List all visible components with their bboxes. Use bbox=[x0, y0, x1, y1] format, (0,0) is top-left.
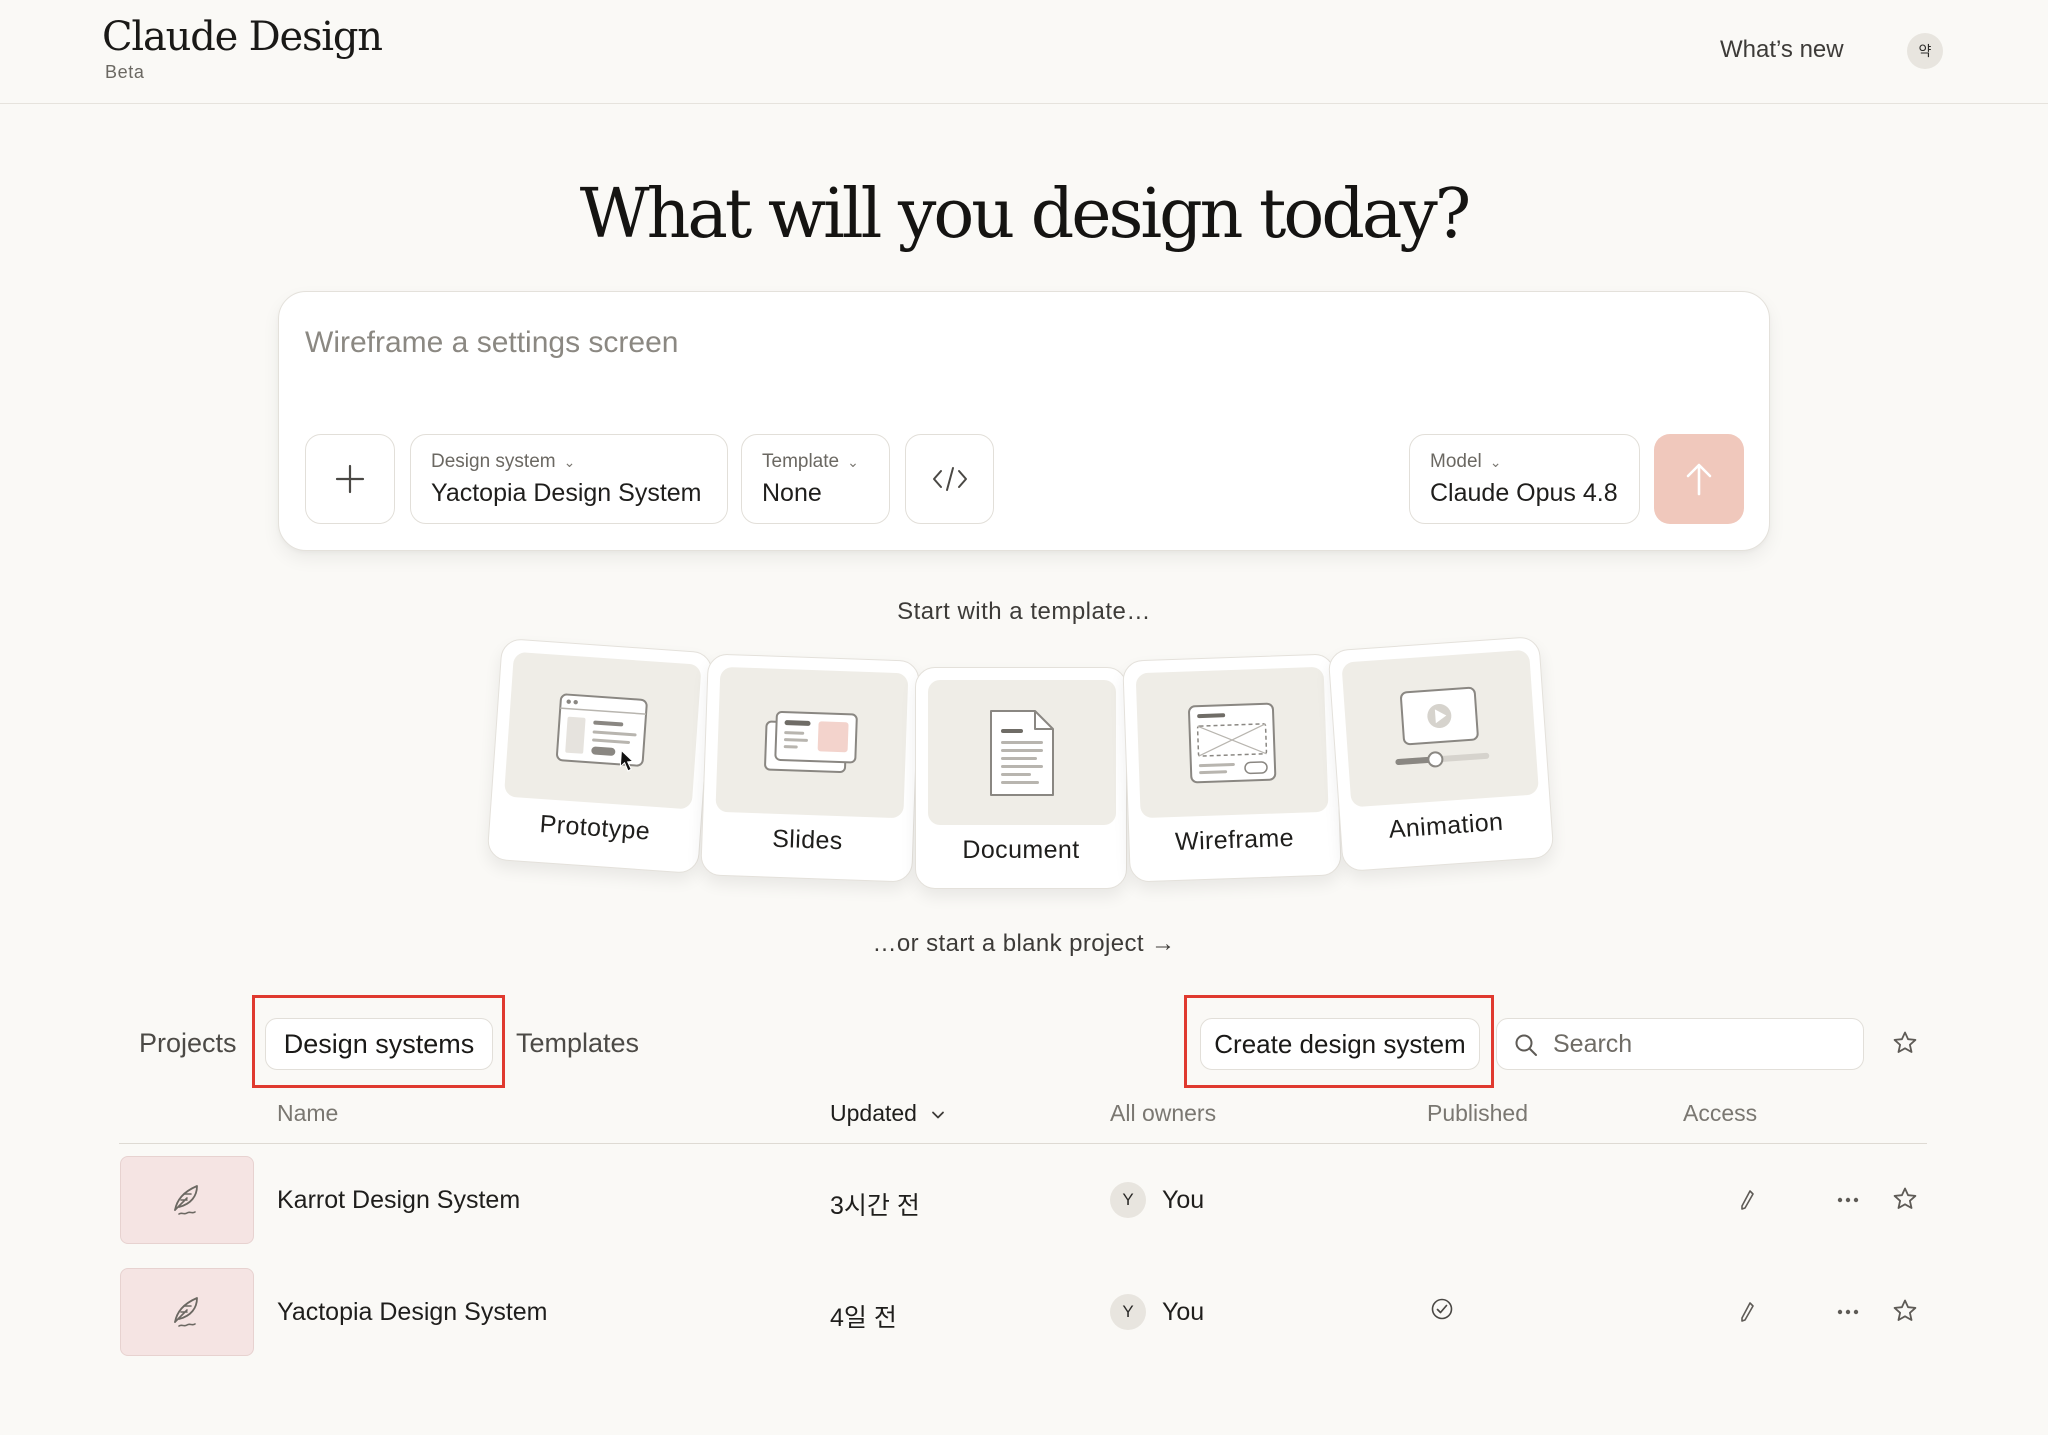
star-icon[interactable] bbox=[1892, 1298, 1918, 1324]
owner-name: You bbox=[1162, 1186, 1205, 1214]
design-system-thumbnail bbox=[120, 1268, 254, 1356]
owner-name: You bbox=[1162, 1298, 1205, 1326]
page-title: What will you design today? bbox=[579, 175, 1472, 254]
template-label: Prototype bbox=[538, 810, 652, 846]
template-heading: Start with a template… bbox=[897, 598, 1151, 625]
column-owners[interactable]: All owners bbox=[1110, 1100, 1216, 1127]
column-updated-label: Updated bbox=[830, 1100, 917, 1126]
tab-projects[interactable]: Projects bbox=[139, 1028, 237, 1059]
user-avatar[interactable]: 약 bbox=[1907, 33, 1943, 69]
tab-design-systems[interactable]: Design systems bbox=[265, 1018, 493, 1070]
whats-new-link[interactable]: What’s new bbox=[1720, 36, 1844, 64]
template-card-prototype[interactable]: Prototype bbox=[486, 637, 714, 875]
arrow-up-icon bbox=[1686, 463, 1712, 496]
code-icon bbox=[932, 467, 967, 491]
prompt-input[interactable] bbox=[305, 318, 1605, 368]
tab-templates[interactable]: Templates bbox=[516, 1028, 639, 1059]
template-label: Animation bbox=[1387, 807, 1505, 844]
beta-badge: Beta bbox=[105, 62, 145, 82]
blank-project-link[interactable]: …or start a blank project → bbox=[0, 930, 2048, 958]
column-name[interactable]: Name bbox=[277, 1100, 338, 1127]
wireframe-icon bbox=[1188, 702, 1277, 783]
star-filter-icon[interactable] bbox=[1892, 1030, 1918, 1056]
design-system-value: Yactopia Design System bbox=[431, 479, 702, 507]
owner-avatar: Y bbox=[1110, 1182, 1146, 1218]
template-label: Slides bbox=[771, 824, 844, 856]
published-check-icon bbox=[1431, 1298, 1453, 1320]
design-system-name[interactable]: Yactopia Design System bbox=[277, 1298, 548, 1327]
more-options-icon[interactable] bbox=[1836, 1308, 1860, 1316]
design-system-caption: Design system ⌄ bbox=[431, 451, 576, 472]
document-icon bbox=[990, 709, 1054, 796]
column-access: Access bbox=[1683, 1100, 1758, 1126]
edit-access-icon[interactable] bbox=[1738, 1188, 1756, 1212]
template-label: Wireframe bbox=[1174, 823, 1295, 857]
chevron-down-icon: ⌄ bbox=[847, 454, 859, 470]
template-card-wireframe[interactable]: Wireframe bbox=[1122, 653, 1342, 883]
owner-avatar: Y bbox=[1110, 1294, 1146, 1330]
template-thumbnail bbox=[1341, 649, 1540, 808]
create-design-system-button[interactable]: Create design system bbox=[1200, 1018, 1480, 1070]
template-thumbnail bbox=[1135, 666, 1329, 819]
plus-icon bbox=[335, 464, 365, 494]
template-thumbnail bbox=[928, 680, 1116, 825]
design-system-select[interactable]: Design system ⌄ Yactopia Design System bbox=[410, 434, 728, 524]
search-input[interactable] bbox=[1553, 1027, 1843, 1061]
design-system-name[interactable]: Karrot Design System bbox=[277, 1186, 520, 1215]
template-card-slides[interactable]: Slides bbox=[700, 653, 920, 883]
model-value: Claude Opus 4.8 bbox=[1430, 479, 1618, 507]
model-caption: Model ⌄ bbox=[1430, 451, 1502, 472]
prompt-card: Design system⌄ Yactopia Design System Te… bbox=[278, 291, 1770, 551]
template-thumbnail bbox=[503, 651, 702, 810]
updated-time: 3시간 전 bbox=[830, 1192, 920, 1220]
code-button[interactable] bbox=[905, 434, 994, 524]
star-icon[interactable] bbox=[1892, 1186, 1918, 1212]
model-select[interactable]: Model ⌄ Claude Opus 4.8 bbox=[1409, 434, 1640, 524]
template-thumbnail bbox=[715, 666, 909, 819]
top-bar: Claude Design Beta What’s new 약 bbox=[0, 0, 2048, 104]
attach-button[interactable] bbox=[305, 434, 395, 524]
column-published: Published bbox=[1427, 1100, 1529, 1126]
template-select[interactable]: Template ⌄ None bbox=[741, 434, 890, 524]
more-options-icon[interactable] bbox=[1836, 1196, 1860, 1204]
column-updated[interactable]: Updated bbox=[830, 1100, 945, 1127]
search-field[interactable] bbox=[1496, 1018, 1864, 1070]
chevron-down-icon bbox=[932, 1111, 945, 1119]
template-caption: Template ⌄ bbox=[762, 451, 859, 472]
updated-time: 4일 전 bbox=[830, 1304, 897, 1332]
search-icon bbox=[1515, 1034, 1537, 1056]
chevron-down-icon: ⌄ bbox=[1489, 454, 1502, 470]
template-card-document[interactable]: Document bbox=[915, 667, 1127, 889]
edit-access-icon[interactable] bbox=[1738, 1300, 1756, 1324]
app-logo[interactable]: Claude Design bbox=[102, 14, 383, 60]
animation-icon bbox=[1395, 686, 1490, 767]
table-divider bbox=[119, 1143, 1927, 1144]
slides-icon bbox=[764, 710, 858, 773]
template-label: Document bbox=[962, 836, 1080, 864]
design-system-thumbnail bbox=[120, 1156, 254, 1244]
send-button[interactable] bbox=[1654, 434, 1744, 524]
template-card-animation[interactable]: Animation bbox=[1327, 635, 1555, 873]
prototype-icon bbox=[556, 693, 648, 772]
chevron-down-icon: ⌄ bbox=[563, 454, 576, 470]
quill-icon bbox=[174, 1185, 198, 1215]
template-value: None bbox=[762, 479, 822, 507]
quill-icon bbox=[174, 1297, 198, 1327]
